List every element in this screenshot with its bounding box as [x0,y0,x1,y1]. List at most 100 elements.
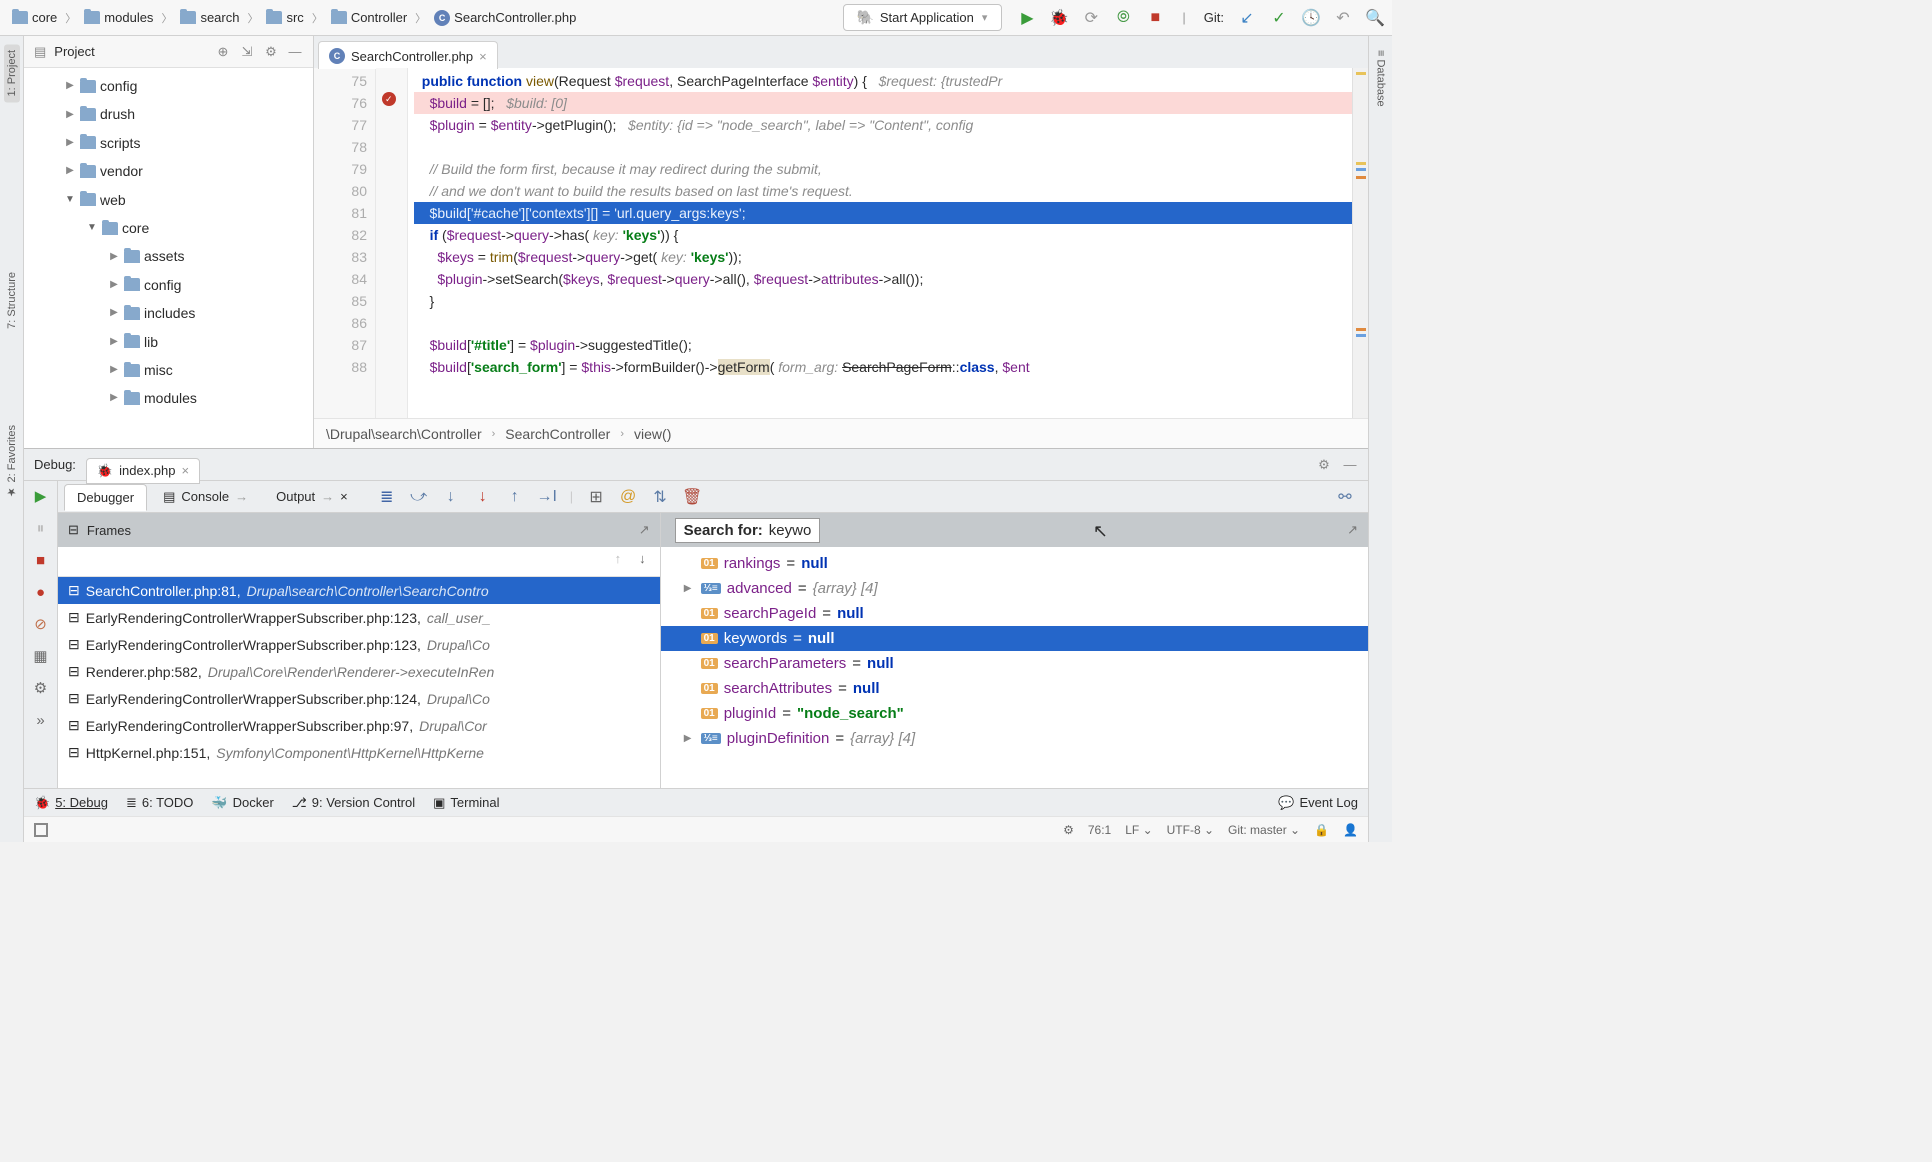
restore-icon[interactable]: ↗ [639,522,650,538]
debug-icon[interactable]: 🐞 [1050,9,1068,27]
pause-icon[interactable]: ⏸ [32,519,50,537]
variable-row[interactable]: 01searchAttributes = null [661,676,1368,701]
collapse-icon[interactable]: ⇲ [239,44,255,60]
tab-debugger[interactable]: Debugger [64,484,147,511]
tree-node[interactable]: ▼core [24,214,313,242]
breadcrumb-item[interactable]: core [8,8,61,27]
threads-icon[interactable]: ≣ [378,488,396,506]
frames-list[interactable]: ⊟SearchController.php:81, Drupal\search\… [58,577,660,788]
profile-icon[interactable]: ⦾ [1114,9,1132,27]
tab-structure[interactable]: 7: Structure [4,266,20,335]
variable-row[interactable]: 01rankings = null [661,551,1368,576]
project-tree[interactable]: ▶config▶drush▶scripts▶vendor▼web▼core▶as… [24,68,313,448]
tab-todo[interactable]: ≣6: TODO [126,795,193,811]
tab-terminal[interactable]: ▣Terminal [433,795,499,811]
tree-node[interactable]: ▶config [24,72,313,100]
git-revert-icon[interactable]: ↶ [1334,9,1352,27]
locate-icon[interactable]: ⊕ [215,44,231,60]
tree-node[interactable]: ▶config [24,271,313,299]
stack-frame[interactable]: ⊟Renderer.php:582, Drupal\Core\Render\Re… [58,658,660,685]
run-config-selector[interactable]: 🐘 Start Application ▾ [843,4,1002,31]
stack-frame[interactable]: ⊟SearchController.php:81, Drupal\search\… [58,577,660,604]
watch-icon[interactable]: @ [619,488,637,506]
stack-frame[interactable]: ⊟EarlyRenderingControllerWrapperSubscrib… [58,712,660,739]
force-step-into-icon[interactable]: ↓ [474,488,492,506]
breadcrumb-item[interactable]: Controller [327,8,411,27]
resume-icon[interactable]: ▶ [32,487,50,505]
breakpoint-icon[interactable] [382,92,396,106]
run-icon[interactable]: ▶ [1018,9,1036,27]
tab-favorites[interactable]: ★ 2: Favorites [3,419,20,505]
layout-icon[interactable]: ▦ [32,647,50,665]
code-editor[interactable]: 7576777879808182838485868788 public func… [314,68,1368,418]
tab-debug[interactable]: 🐞5: Debug [34,795,108,811]
stop-icon[interactable]: ■ [32,551,50,569]
panel-toggle-icon[interactable] [34,823,48,837]
close-icon[interactable]: × [182,463,190,478]
tree-node[interactable]: ▶scripts [24,129,313,157]
settings-icon[interactable]: ⚙ [32,679,50,697]
tree-node[interactable]: ▶vendor [24,157,313,185]
lock-icon[interactable]: 🔒 [1314,823,1329,837]
breadcrumb-item[interactable]: CSearchController.php [430,8,580,28]
event-log[interactable]: 💬Event Log [1278,795,1358,811]
sort-icon[interactable]: ⇅ [651,488,669,506]
hide-icon[interactable]: — [1342,457,1358,473]
stack-frame[interactable]: ⊟EarlyRenderingControllerWrapperSubscrib… [58,685,660,712]
tree-node[interactable]: ▶assets [24,242,313,270]
variable-row[interactable]: ▶⅓≡pluginDefinition = {array} [4] [661,726,1368,751]
view-breakpoints-icon[interactable]: ● [32,583,50,601]
variable-row[interactable]: 01keywords = null [661,626,1368,651]
gear-icon[interactable]: ⚙ [1063,823,1074,837]
line-sep-selector[interactable]: LF ⌄ [1125,823,1152,837]
gear-icon[interactable]: ⚙ [263,44,279,60]
project-title[interactable]: Project [54,44,207,59]
editor-breadcrumb[interactable]: \Drupal\search\Controller› SearchControl… [314,418,1368,448]
tree-node[interactable]: ▶includes [24,299,313,327]
trash-icon[interactable]: 🗑 [683,488,701,506]
cursor-position[interactable]: 76:1 [1088,823,1111,837]
breadcrumb-item[interactable]: search [176,8,243,27]
variable-row[interactable]: ▶⅓≡advanced = {array} [4] [661,576,1368,601]
hide-icon[interactable]: — [287,44,303,60]
git-commit-icon[interactable]: ✓ [1270,9,1288,27]
tree-node[interactable]: ▶lib [24,328,313,356]
close-tab-icon[interactable]: × [479,49,487,64]
tab-output[interactable]: Output→× [264,484,360,509]
evaluate-icon[interactable]: ⊞ [587,488,605,506]
git-branch-selector[interactable]: Git: master ⌄ [1228,823,1300,837]
variable-row[interactable]: 01pluginId = "node_search" [661,701,1368,726]
tab-docker[interactable]: 🐳Docker [211,795,273,811]
frame-down-icon[interactable]: ↓ [639,551,646,572]
coverage-icon[interactable]: ⟳ [1082,9,1100,27]
frame-up-icon[interactable]: ↑ [615,551,622,572]
tree-node[interactable]: ▼web [24,186,313,214]
tree-node[interactable]: ▶drush [24,100,313,128]
project-selector-icon[interactable]: ▤ [34,44,46,60]
tab-database[interactable]: ≡ Database [1373,44,1389,113]
error-stripe[interactable] [1352,68,1368,418]
restore-icon[interactable]: ↗ [1347,522,1358,538]
more-icon[interactable]: » [32,711,50,729]
step-into-icon[interactable]: ↓ [442,488,460,506]
variable-row[interactable]: 01searchParameters = null [661,651,1368,676]
variable-row[interactable]: 01searchPageId = null [661,601,1368,626]
stop-icon[interactable]: ■ [1146,9,1164,27]
close-icon[interactable]: × [340,489,348,504]
link-icon[interactable]: ⚯ [1336,488,1354,506]
gear-icon[interactable]: ⚙ [1316,457,1332,473]
editor-tab[interactable]: C SearchController.php × [318,41,498,69]
tree-node[interactable]: ▶misc [24,356,313,384]
search-icon[interactable]: 🔍 [1366,9,1384,27]
debug-session-tab[interactable]: 🐞 index.php × [86,458,200,484]
variable-search-box[interactable]: Search for: keywo [675,518,821,543]
step-out-icon[interactable]: ↑ [506,488,524,506]
tab-console[interactable]: ▤Console→ [151,484,260,510]
encoding-selector[interactable]: UTF-8 ⌄ [1167,823,1214,837]
git-history-icon[interactable]: 🕓 [1302,9,1320,27]
mute-breakpoints-icon[interactable]: ⊘ [32,615,50,633]
stack-frame[interactable]: ⊟HttpKernel.php:151, Symfony\Component\H… [58,739,660,766]
git-update-icon[interactable]: ↙ [1238,9,1256,27]
tab-project[interactable]: 1: Project [4,44,20,102]
breadcrumb-item[interactable]: modules [80,8,157,27]
